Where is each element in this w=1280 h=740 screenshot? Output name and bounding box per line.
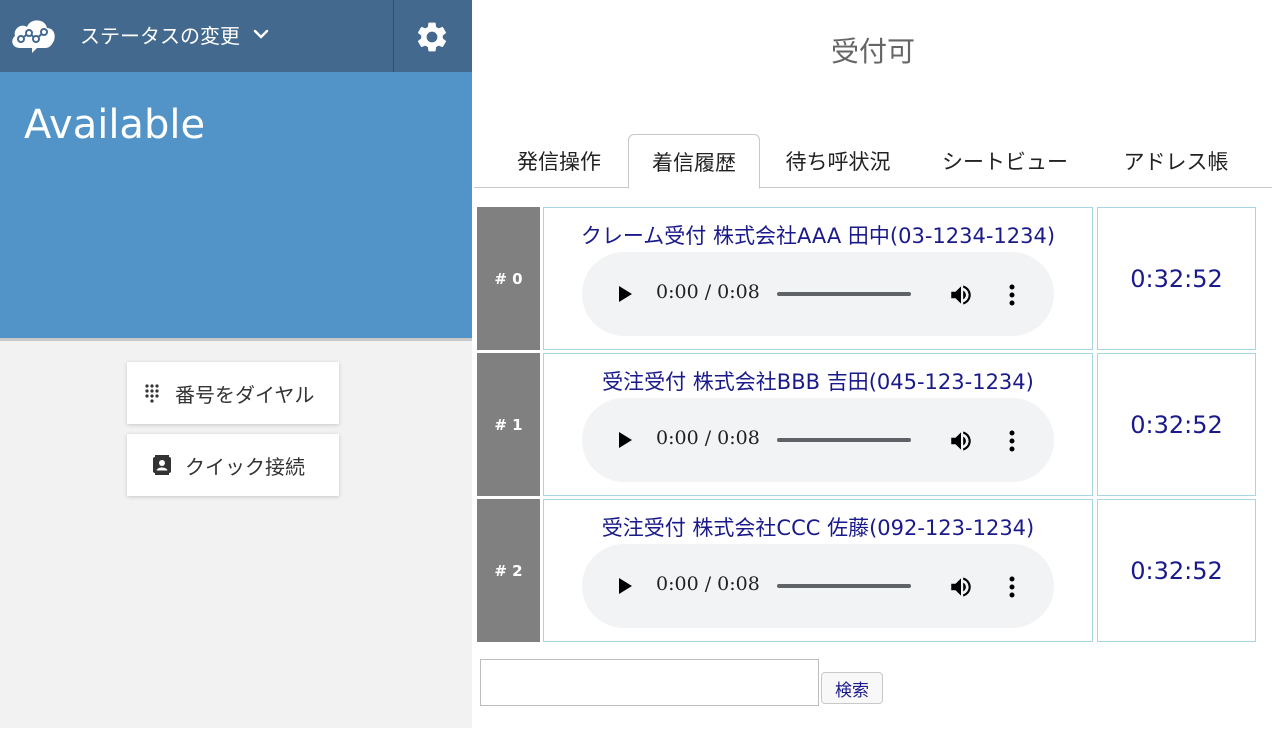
call-duration: 0:32:52 <box>1097 207 1256 350</box>
dialpad-icon <box>145 384 159 403</box>
dial-number-button[interactable]: 番号をダイヤル <box>127 362 339 424</box>
gear-icon[interactable] <box>414 19 450 55</box>
tab-queue-status[interactable]: 待ち呼状況 <box>770 134 906 188</box>
status-change-dropdown[interactable]: ステータスの変更 <box>80 19 270 49</box>
page-title: 受付可 <box>830 35 915 68</box>
call-title: 受注受付 株式会社BBB 吉田(045-123-1234) <box>602 370 1034 394</box>
contact-card-icon <box>153 455 171 475</box>
status-panel: Available <box>0 72 472 338</box>
topbar-divider <box>393 0 394 72</box>
agent-panel: ステータスの変更 Available 番号をダイヤル クイック接続 <box>0 0 472 728</box>
volume-icon[interactable] <box>948 428 974 454</box>
row-number: # 2 <box>477 499 540 642</box>
history-row: # 2 受注受付 株式会社CCC 佐藤(092-123-1234) 0:00 /… <box>477 499 1257 642</box>
player-time: 0:00 / 0:08 <box>656 281 760 303</box>
agent-topbar: ステータスの変更 <box>0 0 472 72</box>
search-button[interactable]: 検索 <box>821 672 883 704</box>
more-options-icon[interactable] <box>1004 282 1020 308</box>
current-status: Available <box>24 102 206 148</box>
player-time: 0:00 / 0:08 <box>656 427 760 449</box>
audio-player: 0:00 / 0:08 <box>582 398 1054 482</box>
tab-label: 待ち呼状況 <box>785 150 891 174</box>
tab-label: アドレス帳 <box>1123 150 1229 174</box>
call-duration: 0:32:52 <box>1097 499 1256 642</box>
quick-connect-button[interactable]: クイック接続 <box>127 434 339 496</box>
tab-label: 発信操作 <box>517 150 601 174</box>
play-icon[interactable] <box>616 285 634 303</box>
chevron-down-icon <box>253 29 269 39</box>
row-number: # 1 <box>477 353 540 496</box>
tab-bar: 発信操作 着信履歴 待ち呼状況 シートビュー アドレス帳 <box>474 134 1272 189</box>
audio-player: 0:00 / 0:08 <box>582 252 1054 336</box>
history-row: # 0 クレーム受付 株式会社AAA 田中(03-1234-1234) 0:00… <box>477 207 1257 350</box>
call-info-cell: 受注受付 株式会社BBB 吉田(045-123-1234) 0:00 / 0:0… <box>543 353 1093 496</box>
tab-address-book[interactable]: アドレス帳 <box>1106 134 1246 188</box>
audio-player: 0:00 / 0:08 <box>582 544 1054 628</box>
row-number: # 0 <box>477 207 540 350</box>
seek-bar[interactable] <box>777 292 911 296</box>
play-icon[interactable] <box>616 431 634 449</box>
more-options-icon[interactable] <box>1004 428 1020 454</box>
history-row: # 1 受注受付 株式会社BBB 吉田(045-123-1234) 0:00 /… <box>477 353 1257 496</box>
player-time: 0:00 / 0:08 <box>656 573 760 595</box>
call-info-cell: 受注受付 株式会社CCC 佐藤(092-123-1234) 0:00 / 0:0… <box>543 499 1093 642</box>
call-title: 受注受付 株式会社CCC 佐藤(092-123-1234) <box>601 516 1035 540</box>
history-search-input[interactable] <box>480 659 819 706</box>
status-change-label: ステータスの変更 <box>80 23 240 48</box>
tab-seat-view[interactable]: シートビュー <box>926 134 1084 188</box>
tab-label: シートビュー <box>942 150 1068 174</box>
dial-number-label: 番号をダイヤル <box>175 382 315 407</box>
call-info-cell: クレーム受付 株式会社AAA 田中(03-1234-1234) 0:00 / 0… <box>543 207 1093 350</box>
cloud-network-icon <box>12 20 55 53</box>
tab-call-history[interactable]: 着信履歴 <box>628 134 760 189</box>
seek-bar[interactable] <box>777 584 911 588</box>
quick-connect-label: クイック接続 <box>185 454 305 479</box>
volume-icon[interactable] <box>948 282 974 308</box>
tab-label: 着信履歴 <box>652 150 736 175</box>
more-options-icon[interactable] <box>1004 574 1020 600</box>
panel-divider <box>0 338 472 341</box>
seek-bar[interactable] <box>777 438 911 442</box>
play-icon[interactable] <box>616 577 634 595</box>
call-duration: 0:32:52 <box>1097 353 1256 496</box>
tab-outgoing[interactable]: 発信操作 <box>498 134 620 188</box>
volume-icon[interactable] <box>948 574 974 600</box>
call-title: クレーム受付 株式会社AAA 田中(03-1234-1234) <box>580 224 1056 248</box>
